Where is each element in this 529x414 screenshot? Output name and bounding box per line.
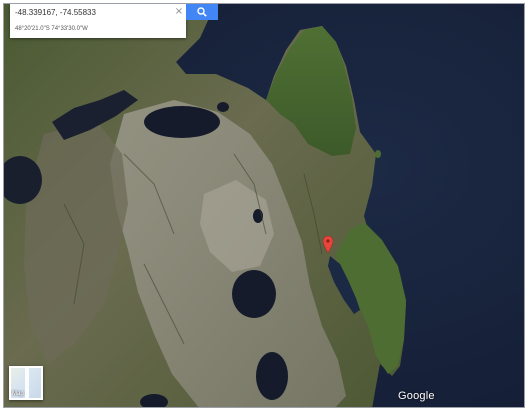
- search-box: × 48°20'21.0"S 74°33'30.0"W: [10, 4, 186, 38]
- lake-north: [144, 106, 220, 138]
- lake-north-small: [217, 102, 229, 112]
- google-logo: Google: [398, 390, 435, 402]
- search-button[interactable]: [186, 4, 218, 20]
- search-input[interactable]: [10, 4, 186, 20]
- map-frame: × 48°20'21.0"S 74°33'30.0"W Map Google: [3, 3, 525, 408]
- map-thumbnail-road: [25, 368, 29, 398]
- satellite-map[interactable]: [4, 4, 525, 408]
- lake-south: [256, 352, 288, 400]
- location-pin-icon[interactable]: [323, 236, 333, 253]
- search-icon: [197, 7, 207, 17]
- map-type-label: Map: [12, 391, 24, 397]
- coordinates-dms: 48°20'21.0"S 74°33'30.0"W: [15, 26, 88, 32]
- map-type-toggle[interactable]: Map: [9, 366, 43, 400]
- islet: [375, 150, 381, 158]
- clear-search-button[interactable]: ×: [172, 5, 186, 19]
- lake-central: [232, 270, 276, 318]
